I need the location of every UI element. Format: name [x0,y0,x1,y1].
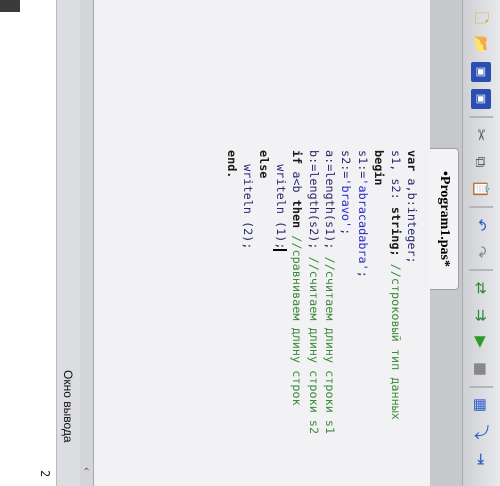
code-text-span: s1:= [355,150,370,179]
text-caret [273,249,288,252]
code-text-span: a<b [290,164,305,200]
output-panel[interactable]: 2 [0,0,56,486]
window-corner [0,0,20,12]
stop-icon[interactable]: ■ [472,359,492,379]
build-icon[interactable]: ⇉ [472,305,492,325]
panel-splitter[interactable]: ‹ [78,0,94,486]
code-comment: //сравниваем длину строк [290,228,305,406]
toolbar-separator [469,386,494,388]
debug-icon[interactable]: ▦ [472,395,492,415]
code-comment: //считаем длину строки s2 [306,256,321,435]
code-keyword: end. [224,150,239,179]
code-keyword: if [290,150,305,165]
code-text-span: writeln (2); [240,150,255,250]
toolbar-separator [469,269,494,271]
code-string: 'bravo' [339,178,354,229]
code-text-span: ; [339,228,354,236]
code-keyword: string; [388,206,403,257]
redo-icon[interactable]: ↷ [472,242,492,262]
toolbar: 🗋 📂 ▣ ▣ ✂ ⧉ 📋 ↶ ↷ ⇄ ⇉ ▶ ■ ▦ ⤵ ⇥ [462,0,500,486]
run-icon[interactable]: ▶ [472,332,492,352]
save-icon[interactable]: ▣ [471,62,492,82]
code-keyword: begin [372,150,387,186]
code-text-span: a:=length(s1); [322,150,337,257]
code-keyword: else [257,150,272,179]
code-text-span: writeln (1); [273,150,288,250]
output-panel-title: Окно вывода [56,0,80,486]
open-folder-icon[interactable]: 📂 [472,35,492,55]
tab-program1[interactable]: •Program1.pas* [430,148,459,290]
code-text-span: ; [355,270,370,278]
code-editor[interactable]: var a,b:integer; s1, s2: string; //строк… [94,0,430,486]
tab-strip: •Program1.pas* [429,0,462,486]
code-text-span: s1, s2: [388,150,403,207]
code-text[interactable]: var a,b:integer; s1, s2: string; //строк… [223,150,420,434]
save-all-icon[interactable]: ▣ [471,89,492,109]
cut-icon[interactable]: ✂ [472,125,492,145]
paste-icon[interactable]: 📋 [472,179,492,199]
ide-window: 🗋 📂 ▣ ▣ ✂ ⧉ 📋 ↶ ↷ ⇄ ⇉ ▶ ■ ▦ ⤵ ⇥ •Program… [0,0,500,486]
compile-icon[interactable]: ⇄ [472,278,492,298]
code-keyword: then [290,199,305,229]
copy-icon[interactable]: ⧉ [472,152,492,172]
code-keyword: var [405,150,419,172]
toolbar-separator [469,206,494,208]
toolbar-separator [469,116,494,118]
code-text-span: s2:= [339,150,354,179]
code-string: 'abracadabra' [355,178,370,271]
undo-icon[interactable]: ↶ [472,215,492,235]
new-file-icon[interactable]: 🗋 [472,8,492,28]
code-comment: //считаем длину строки s1 [322,256,337,435]
code-comment: //строковый тип данных [388,256,403,420]
code-text-span: b:=length(s2); [306,150,321,257]
chevron-left-icon[interactable]: ‹ [79,462,93,476]
step-over-icon[interactable]: ⇥ [472,449,492,469]
code-text-span: a,b:integer; [405,171,419,264]
output-text: 2 [38,470,52,478]
step-into-icon[interactable]: ⤵ [472,422,492,442]
